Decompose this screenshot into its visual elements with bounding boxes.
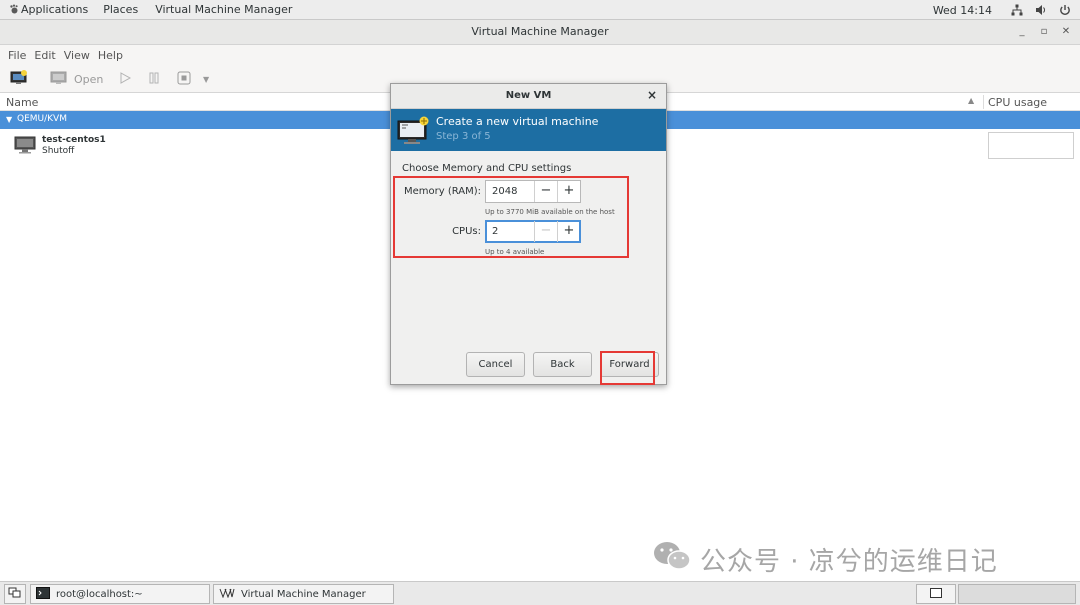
shutdown-icon [177,71,191,88]
applications-label: Applications [21,3,89,16]
play-icon [119,71,132,87]
open-label: Open [74,72,104,86]
highlight-settings-box [393,176,629,258]
connection-label: QEMU/KVM [17,114,67,124]
gnome-top-bar: Applications Places Virtual Machine Mana… [0,0,1080,20]
active-app-label: Virtual Machine Manager [155,3,293,16]
dialog-title: New VM [505,90,552,101]
pause-button[interactable] [148,71,160,87]
window-titlebar: Virtual Machine Manager _ ▫ ✕ [0,20,1080,45]
clock[interactable]: Wed 14:14 [933,4,992,17]
workspace-1[interactable] [916,584,956,604]
gnome-foot-icon [7,3,21,17]
workspace-2[interactable] [958,584,1076,604]
cpu-usage-graph [988,132,1074,159]
active-app-menu[interactable]: Virtual Machine Manager [145,0,299,20]
section-heading: Choose Memory and CPU settings [402,163,572,174]
new-vm-icon [10,70,28,88]
expander-icon[interactable]: ▼ [6,115,12,124]
sort-arrow-icon: ▲ [968,96,975,105]
highlight-forward-box [600,351,655,385]
places-label: Places [103,3,139,16]
watermark: 公众号 · 凉兮的运维日记 [652,540,998,579]
power-icon[interactable] [1058,3,1072,17]
close-icon[interactable]: ✕ [1059,25,1073,39]
dialog-titlebar: New VM × [391,84,666,109]
menu-file[interactable]: File [4,49,30,62]
run-button[interactable] [119,71,132,87]
banner-title: Create a new virtual machine [436,115,599,128]
menubar: File Edit View Help [0,45,1080,65]
monitor-icon [50,70,68,88]
volume-icon[interactable] [1034,3,1048,17]
vm-name: test-centos1 [42,135,106,145]
column-separator [983,95,984,109]
chevron-down-icon[interactable]: ▼ [203,75,209,84]
vm-monitor-icon [14,136,36,157]
network-icon[interactable] [1010,3,1024,17]
dialog-close-icon[interactable]: × [647,88,657,102]
shutdown-button[interactable]: ▼ [177,71,209,87]
taskbar-virt-manager[interactable]: Virtual Machine Manager [213,584,394,604]
new-vm-banner-icon [397,116,429,149]
pause-icon [148,72,160,87]
open-button[interactable]: Open [50,71,103,87]
terminal-label: root@localhost:~ [56,588,143,600]
watermark-text: 公众号 · 凉兮的运维日记 [700,547,998,577]
column-name[interactable]: Name [6,96,38,109]
show-desktop-button[interactable] [4,584,26,604]
desktop-icon [8,587,21,602]
virt-manager-icon [219,588,235,601]
minimize-icon[interactable]: _ [1015,25,1029,39]
back-button[interactable]: Back [533,352,592,377]
terminal-icon [36,586,50,602]
new-vm-button[interactable] [10,70,28,88]
bottom-taskbar: root@localhost:~ Virtual Machine Manager [0,581,1080,605]
banner-step: Step 3 of 5 [436,131,491,142]
places-menu[interactable]: Places [95,0,145,20]
taskbar-terminal[interactable]: root@localhost:~ [30,584,210,604]
wechat-icon [652,540,692,579]
dialog-banner: Create a new virtual machine Step 3 of 5 [391,109,666,151]
menu-view[interactable]: View [60,49,94,62]
applications-menu[interactable]: Applications [0,0,95,20]
window-title: Virtual Machine Manager [471,25,609,38]
vm-status: Shutoff [42,146,75,156]
column-cpu-usage[interactable]: CPU usage [988,96,1047,109]
menu-edit[interactable]: Edit [30,49,59,62]
menu-help[interactable]: Help [94,49,127,62]
maximize-icon[interactable]: ▫ [1037,25,1051,39]
workspace-icon [930,587,942,601]
virt-manager-label: Virtual Machine Manager [241,588,366,600]
cancel-button[interactable]: Cancel [466,352,525,377]
